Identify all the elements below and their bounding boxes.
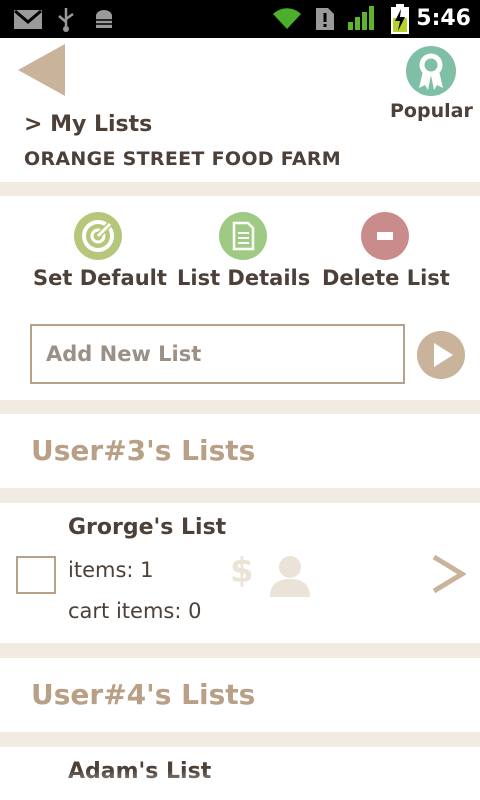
section-header-user3: User#3's Lists	[0, 414, 480, 488]
list-checkbox[interactable]	[16, 556, 56, 594]
list-actions: Set Default List Details Delete List	[0, 196, 480, 400]
person-icon[interactable]	[268, 553, 312, 597]
list-details-label: List Details	[177, 266, 311, 290]
gmail-icon	[14, 10, 42, 29]
document-icon	[219, 212, 267, 260]
list-name: Grorge's List	[68, 515, 227, 540]
usb-icon	[58, 8, 74, 32]
android-debug-icon	[92, 10, 116, 28]
list-row[interactable]: Adam's List	[0, 747, 480, 800]
list-cart-items: cart items: 0	[68, 599, 202, 623]
list-details-button[interactable]: List Details	[177, 212, 311, 290]
breadcrumb[interactable]: > My Lists	[24, 112, 152, 137]
status-bar: 5:46	[0, 0, 480, 38]
status-time: 5:46	[416, 6, 471, 31]
set-default-label: Set Default	[33, 266, 167, 290]
section-header-user4: User#4's Lists	[0, 658, 480, 732]
store-name: ORANGE STREET FOOD FARM	[24, 148, 341, 170]
dollar-icon[interactable]: $	[230, 551, 254, 591]
section-title: User#4's Lists	[31, 678, 256, 711]
header: Popular > My Lists ORANGE STREET FOOD FA…	[0, 38, 480, 182]
chevron-right-icon[interactable]	[430, 553, 466, 595]
play-submit-icon[interactable]	[417, 331, 465, 379]
set-default-button[interactable]: Set Default	[33, 212, 167, 290]
popular-button[interactable]: Popular	[390, 46, 473, 126]
ribbon-icon	[406, 46, 456, 96]
popular-label: Popular	[390, 100, 473, 122]
section-title: User#3's Lists	[31, 434, 256, 467]
list-name: Adam's List	[68, 759, 212, 784]
battery-charging-icon	[391, 4, 409, 34]
list-row[interactable]: Grorge's List items: 1 cart items: 0 $	[0, 503, 480, 643]
add-new-list-input[interactable]	[30, 324, 405, 384]
list-items-count: items: 1	[68, 558, 154, 582]
wifi-icon	[273, 8, 301, 29]
minus-icon	[361, 212, 409, 260]
back-arrow-icon[interactable]	[18, 44, 66, 96]
alert-icon	[316, 8, 334, 30]
delete-list-button[interactable]: Delete List	[322, 212, 450, 290]
target-icon	[74, 212, 122, 260]
delete-list-label: Delete List	[322, 266, 450, 290]
signal-icon	[348, 6, 374, 30]
